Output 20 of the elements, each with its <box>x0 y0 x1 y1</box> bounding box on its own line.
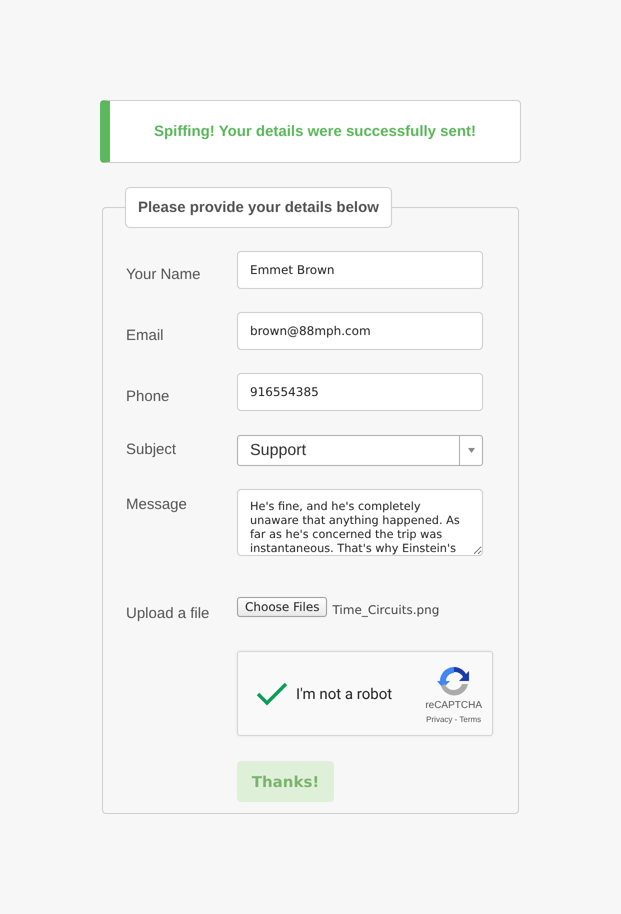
message-field[interactable]: He's fine, and he's completely unaware that anything happened. As far as he's concerned the trip was instantaneous. That's why Einstein's <box>237 489 483 556</box>
privacy-terms-links[interactable]: Privacy - Terms <box>426 714 482 724</box>
field-label: Upload a file <box>126 605 210 622</box>
field-label: Message <box>126 496 188 513</box>
field-label: Subject <box>126 441 178 458</box>
choose-files-button[interactable]: Choose Files <box>237 597 328 617</box>
captcha-label: I'm not a robot <box>296 684 394 702</box>
form-legend: Please provide your details below <box>125 187 392 228</box>
file-name: Time_Circuits.png <box>332 602 440 616</box>
captcha-brand: reCAPTCHA <box>425 700 482 710</box>
alert-message: Spiffing! Your details were successfully sent! <box>154 123 476 140</box>
field-label: Email <box>126 327 165 344</box>
caret-icon <box>468 448 474 453</box>
checkmark-icon[interactable] <box>256 682 288 706</box>
field-label: Your Name <box>126 266 202 283</box>
text-field[interactable]: brown@88mph.com <box>237 312 483 350</box>
subject-select[interactable]: Support <box>237 435 483 466</box>
text-field[interactable]: 916554385 <box>237 373 483 411</box>
text-field[interactable]: Emmet Brown <box>237 251 483 289</box>
field-label: Phone <box>126 388 170 405</box>
